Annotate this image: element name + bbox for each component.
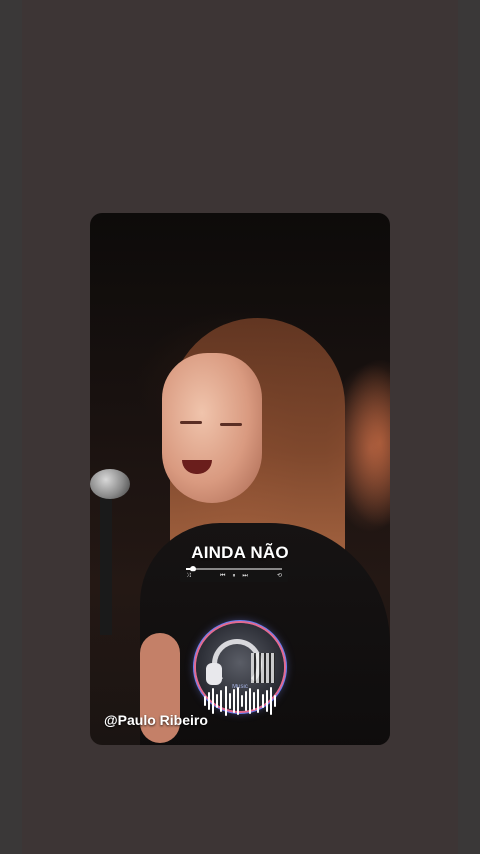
waveform-bar xyxy=(269,687,272,715)
microphone-stand xyxy=(100,495,112,635)
song-title: AINDA NÃO xyxy=(191,543,289,562)
author-handle[interactable]: @Paulo Ribeiro xyxy=(104,712,208,728)
waveform-bar xyxy=(216,694,219,708)
audio-waveform xyxy=(204,686,276,716)
waveform-bar xyxy=(261,694,264,708)
waveform-bar xyxy=(240,695,243,707)
pause-icon[interactable]: ⏸ xyxy=(232,571,235,582)
waveform-bar xyxy=(204,696,206,706)
waveform-bar xyxy=(212,688,215,714)
right-border xyxy=(458,0,480,854)
microphone-icon xyxy=(90,469,130,499)
waveform-bar xyxy=(257,689,260,713)
waveform-bar xyxy=(228,693,231,709)
previous-icon[interactable]: ⏮ xyxy=(220,571,225,582)
waveform-bar xyxy=(232,689,235,713)
waveform-bar xyxy=(245,691,248,711)
progress-bar[interactable] xyxy=(186,566,282,572)
repeat-icon[interactable]: ⟲ xyxy=(277,571,282,582)
next-icon[interactable]: ⏭ xyxy=(242,571,247,582)
waveform-bar xyxy=(236,687,239,715)
player-controls: ⤨ ⏮ ⏸ ⏭ ⟲ xyxy=(180,571,288,582)
waveform-bar xyxy=(208,692,211,710)
waveform-bar xyxy=(265,690,268,712)
waveform-bar xyxy=(273,695,276,707)
singer-eye-right xyxy=(220,423,242,426)
piano-keys xyxy=(251,653,275,683)
singer-eye-left xyxy=(180,421,202,424)
shuffle-icon[interactable]: ⤨ xyxy=(186,571,191,582)
waveform-bar xyxy=(220,690,223,712)
singer-face xyxy=(162,353,262,503)
waveform-bar xyxy=(253,692,256,710)
left-border xyxy=(0,0,22,854)
waveform-bar xyxy=(224,686,227,716)
waveform-bar xyxy=(249,688,252,714)
video-card[interactable]: AINDA NÃO ⤨ ⏮ ⏸ ⏭ ⟲ Music @Paulo Ribeiro xyxy=(90,213,390,745)
headphone-cup xyxy=(206,663,222,685)
